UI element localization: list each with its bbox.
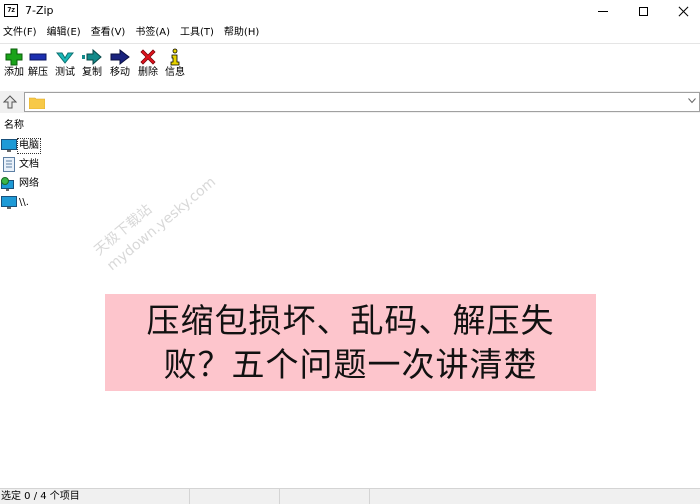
status-bar: 选定 0 / 4 个项目 (0, 488, 700, 504)
menu-bookmarks[interactable]: 书签(A) (132, 24, 173, 42)
address-bar (0, 91, 700, 113)
list-item-label: \\. (19, 196, 29, 208)
list-item-label: 文档 (19, 158, 39, 170)
window-title: 7-Zip (25, 4, 54, 17)
documents-icon (1, 157, 17, 173)
extract-icon (29, 53, 47, 61)
menu-help[interactable]: 帮助(H) (221, 24, 262, 42)
menubar-divider (0, 43, 700, 44)
extract-button[interactable]: 解压 (24, 46, 52, 86)
maximize-icon (638, 6, 648, 16)
address-combobox[interactable] (24, 92, 700, 112)
info-button[interactable]: 信息 (161, 46, 189, 86)
close-icon (678, 6, 689, 17)
toolbar: 添加 解压 测试 复制 移动 删除 信息 (0, 46, 700, 86)
headline-banner: 压缩包损坏、乱码、解压失 败？五个问题一次讲清楚 (105, 294, 596, 391)
menu-view[interactable]: 查看(V) (88, 24, 129, 42)
copy-icon (82, 48, 102, 66)
list-item[interactable]: 电脑 (0, 137, 41, 154)
address-input[interactable] (47, 95, 687, 109)
minimize-button[interactable] (586, 0, 620, 22)
list-item[interactable]: 文档 (0, 156, 40, 173)
info-label: 信息 (165, 67, 185, 78)
status-selection: 选定 0 / 4 个项目 (0, 489, 190, 504)
menu-file[interactable]: 文件(F) (0, 24, 40, 42)
title-bar: 7z 7-Zip (0, 0, 700, 22)
info-icon (170, 48, 180, 66)
move-label: 移动 (110, 67, 130, 78)
computer-icon (1, 138, 17, 154)
test-icon (56, 52, 74, 64)
list-item-label: 网络 (19, 177, 39, 189)
folder-icon (29, 97, 45, 109)
delete-icon (140, 49, 156, 65)
up-folder-button[interactable] (1, 93, 19, 111)
list-item[interactable]: 网络 (0, 175, 40, 192)
status-packed-size (280, 489, 370, 504)
move-button[interactable]: 移动 (106, 46, 134, 86)
list-item-label: 电脑 (17, 137, 41, 154)
list-item[interactable]: \\. (0, 194, 30, 211)
menu-edit[interactable]: 编辑(E) (44, 24, 84, 42)
test-label: 测试 (55, 67, 75, 78)
column-header-name[interactable]: 名称 (0, 119, 24, 133)
move-icon (110, 48, 130, 66)
delete-button[interactable]: 删除 (134, 46, 162, 86)
copy-button[interactable]: 复制 (78, 46, 106, 86)
status-size (190, 489, 280, 504)
extract-label: 解压 (28, 67, 48, 78)
test-button[interactable]: 测试 (51, 46, 79, 86)
7zip-app-icon: 7z (4, 4, 18, 17)
headline-line-2: 败？五个问题一次讲清楚 (163, 344, 538, 384)
up-arrow-icon (3, 95, 17, 109)
maximize-button[interactable] (626, 0, 660, 22)
chevron-down-icon[interactable] (688, 98, 696, 104)
minimize-icon (598, 10, 608, 12)
copy-label: 复制 (82, 67, 102, 78)
network-icon (1, 176, 17, 192)
computer-icon (1, 195, 17, 211)
watermark: 天极下载站 mydown.yesky.com (90, 157, 220, 275)
headline-line-1: 压缩包损坏、乱码、解压失 (146, 300, 555, 340)
delete-label: 删除 (138, 67, 158, 78)
close-button[interactable] (666, 0, 700, 22)
menu-bar: 文件(F) 编辑(E) 查看(V) 书签(A) 工具(T) 帮助(H) (0, 24, 700, 42)
status-info (370, 489, 700, 504)
add-icon (5, 48, 23, 66)
menu-tools[interactable]: 工具(T) (177, 24, 217, 42)
